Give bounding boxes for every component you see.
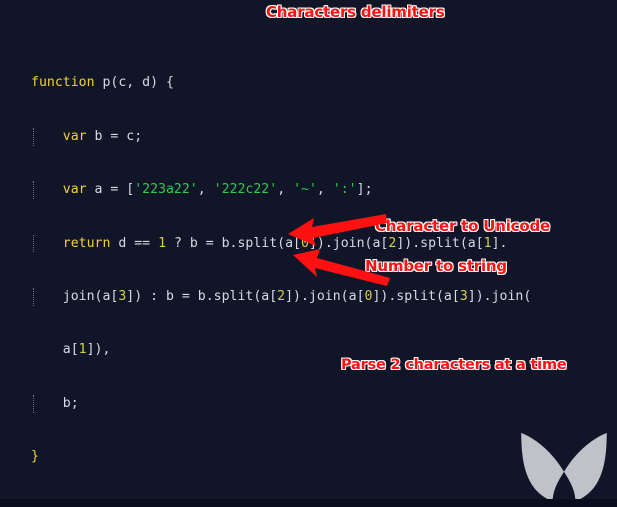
annotation-characters-delimiters: Characters delimiters — [266, 3, 446, 22]
arrow-to-charcodeat-icon — [288, 214, 387, 246]
annotation-parse-2-characters: Parse 2 characters at a time — [341, 357, 568, 374]
bottom-edge — [0, 499, 617, 507]
code-line: function p(c, d) { — [31, 75, 174, 91]
malwarebytes-logo-icon — [521, 432, 607, 505]
annotation-character-to-unicode: Character to Unicode — [375, 217, 551, 236]
code-line: join(a[3]) : b = b.split(a[2]).join(a[0]… — [31, 288, 532, 306]
code-line: var a = ['223a22', '222c22', '~', ':']; — [31, 181, 373, 199]
code-line: var b = c; — [31, 127, 143, 146]
screenshot-root: function p(c, d) { var b = c; var a = ['… — [0, 0, 617, 507]
code-line: b; — [31, 394, 79, 413]
arrow-to-tostring-icon — [293, 249, 390, 286]
